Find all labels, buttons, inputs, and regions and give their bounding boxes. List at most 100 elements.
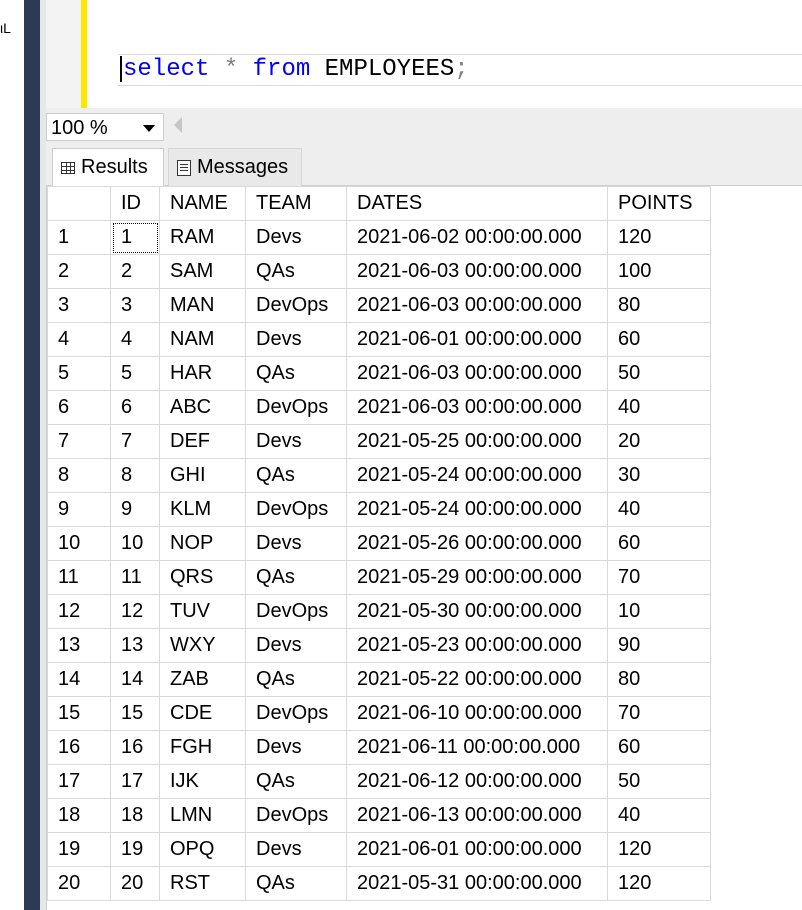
cell-id[interactable]: 11: [110, 560, 160, 595]
cell-id[interactable]: 17: [110, 764, 160, 799]
cell-team[interactable]: Devs: [245, 628, 347, 663]
cell-team[interactable]: DevOps: [245, 492, 347, 527]
row-number-cell[interactable]: 19: [47, 832, 111, 867]
cell-team[interactable]: QAs: [245, 458, 347, 493]
cell-team[interactable]: DevOps: [245, 594, 347, 629]
cell-team[interactable]: DevOps: [245, 798, 347, 833]
cell-points[interactable]: 80: [607, 662, 711, 697]
sql-code-line[interactable]: select * from EMPLOYEES;: [120, 55, 469, 85]
row-number-cell[interactable]: 13: [47, 628, 111, 663]
cell-id[interactable]: 2: [110, 254, 160, 289]
table-row[interactable]: 20 20 RST QAs 2021-05-31 00:00:00.000 120: [47, 866, 711, 901]
cell-name[interactable]: GHI: [159, 458, 246, 493]
cell-name[interactable]: MAN: [159, 288, 246, 323]
cell-points[interactable]: 120: [607, 832, 711, 867]
table-row[interactable]: 16 16 FGH Devs 2021-06-11 00:00:00.000 60: [47, 730, 711, 765]
cell-id[interactable]: 20: [110, 866, 160, 901]
cell-team[interactable]: QAs: [245, 662, 347, 697]
table-row[interactable]: 10 10 NOP Devs 2021-05-26 00:00:00.000 60: [47, 526, 711, 561]
cell-team[interactable]: Devs: [245, 322, 347, 357]
cell-name[interactable]: SAM: [159, 254, 246, 289]
cell-name[interactable]: RAM: [159, 220, 246, 255]
cell-id[interactable]: 4: [110, 322, 160, 357]
cell-team[interactable]: Devs: [245, 526, 347, 561]
cell-name[interactable]: TUV: [159, 594, 246, 629]
cell-id[interactable]: 9: [110, 492, 160, 527]
cell-dates[interactable]: 2021-05-25 00:00:00.000: [346, 424, 608, 459]
cell-name[interactable]: NAM: [159, 322, 246, 357]
table-row[interactable]: 3 3 MAN DevOps 2021-06-03 00:00:00.000 80: [47, 288, 711, 323]
cell-name[interactable]: QRS: [159, 560, 246, 595]
cell-name[interactable]: RST: [159, 866, 246, 901]
cell-dates[interactable]: 2021-06-10 00:00:00.000: [346, 696, 608, 731]
cell-points[interactable]: 120: [607, 220, 711, 255]
zoom-dropdown[interactable]: 100 %: [46, 113, 164, 141]
cell-dates[interactable]: 2021-06-13 00:00:00.000: [346, 798, 608, 833]
cell-name[interactable]: NOP: [159, 526, 246, 561]
cell-team[interactable]: QAs: [245, 254, 347, 289]
row-number-header[interactable]: [47, 186, 111, 221]
query-editor[interactable]: select * from EMPLOYEES;: [46, 0, 802, 108]
cell-dates[interactable]: 2021-05-29 00:00:00.000: [346, 560, 608, 595]
cell-name[interactable]: LMN: [159, 798, 246, 833]
cell-name[interactable]: DEF: [159, 424, 246, 459]
cell-dates[interactable]: 2021-06-03 00:00:00.000: [346, 288, 608, 323]
row-number-cell[interactable]: 5: [47, 356, 111, 391]
table-row[interactable]: 9 9 KLM DevOps 2021-05-24 00:00:00.000 40: [47, 492, 711, 527]
row-number-cell[interactable]: 11: [47, 560, 111, 595]
table-row[interactable]: 5 5 HAR QAs 2021-06-03 00:00:00.000 50: [47, 356, 711, 391]
cell-points[interactable]: 100: [607, 254, 711, 289]
cell-dates[interactable]: 2021-05-24 00:00:00.000: [346, 492, 608, 527]
table-row[interactable]: 1 1 RAM Devs 2021-06-02 00:00:00.000 120: [47, 220, 711, 255]
cell-id[interactable]: 8: [110, 458, 160, 493]
cell-dates[interactable]: 2021-06-01 00:00:00.000: [346, 832, 608, 867]
cell-points[interactable]: 30: [607, 458, 711, 493]
chevron-down-icon[interactable]: [143, 125, 155, 132]
cell-name[interactable]: ABC: [159, 390, 246, 425]
cell-dates[interactable]: 2021-05-30 00:00:00.000: [346, 594, 608, 629]
cell-dates[interactable]: 2021-06-02 00:00:00.000: [346, 220, 608, 255]
cell-name[interactable]: HAR: [159, 356, 246, 391]
cell-dates[interactable]: 2021-06-01 00:00:00.000: [346, 322, 608, 357]
cell-name[interactable]: CDE: [159, 696, 246, 731]
cell-dates[interactable]: 2021-06-03 00:00:00.000: [346, 356, 608, 391]
cell-dates[interactable]: 2021-06-03 00:00:00.000: [346, 254, 608, 289]
row-number-cell[interactable]: 16: [47, 730, 111, 765]
table-row[interactable]: 8 8 GHI QAs 2021-05-24 00:00:00.000 30: [47, 458, 711, 493]
cell-id[interactable]: 7: [110, 424, 160, 459]
cell-dates[interactable]: 2021-05-23 00:00:00.000: [346, 628, 608, 663]
row-number-cell[interactable]: 1: [47, 220, 111, 255]
cell-dates[interactable]: 2021-05-26 00:00:00.000: [346, 526, 608, 561]
cell-points[interactable]: 10: [607, 594, 711, 629]
cell-id[interactable]: 16: [110, 730, 160, 765]
cell-team[interactable]: Devs: [245, 832, 347, 867]
cell-points[interactable]: 40: [607, 798, 711, 833]
cell-id[interactable]: 19: [110, 832, 160, 867]
cell-points[interactable]: 60: [607, 322, 711, 357]
tab-results[interactable]: Results: [52, 148, 164, 186]
cell-points[interactable]: 50: [607, 356, 711, 391]
cell-points[interactable]: 70: [607, 560, 711, 595]
cell-team[interactable]: Devs: [245, 220, 347, 255]
cell-points[interactable]: 80: [607, 288, 711, 323]
cell-points[interactable]: 40: [607, 390, 711, 425]
table-row[interactable]: 2 2 SAM QAs 2021-06-03 00:00:00.000 100: [47, 254, 711, 289]
row-number-cell[interactable]: 10: [47, 526, 111, 561]
cell-dates[interactable]: 2021-05-31 00:00:00.000: [346, 866, 608, 901]
cell-team[interactable]: DevOps: [245, 288, 347, 323]
table-row[interactable]: 12 12 TUV DevOps 2021-05-30 00:00:00.000 10: [47, 594, 711, 629]
table-row[interactable]: 14 14 ZAB QAs 2021-05-22 00:00:00.000 80: [47, 662, 711, 697]
cell-id[interactable]: 10: [110, 526, 160, 561]
cell-points[interactable]: 20: [607, 424, 711, 459]
cell-dates[interactable]: 2021-05-22 00:00:00.000: [346, 662, 608, 697]
table-row[interactable]: 19 19 OPQ Devs 2021-06-01 00:00:00.000 120: [47, 832, 711, 867]
cell-dates[interactable]: 2021-06-11 00:00:00.000: [346, 730, 608, 765]
cell-id[interactable]: 18: [110, 798, 160, 833]
cell-team[interactable]: DevOps: [245, 390, 347, 425]
row-number-cell[interactable]: 8: [47, 458, 111, 493]
cell-team[interactable]: QAs: [245, 356, 347, 391]
cell-name[interactable]: ZAB: [159, 662, 246, 697]
row-number-cell[interactable]: 14: [47, 662, 111, 697]
cell-team[interactable]: QAs: [245, 764, 347, 799]
cell-team[interactable]: QAs: [245, 866, 347, 901]
